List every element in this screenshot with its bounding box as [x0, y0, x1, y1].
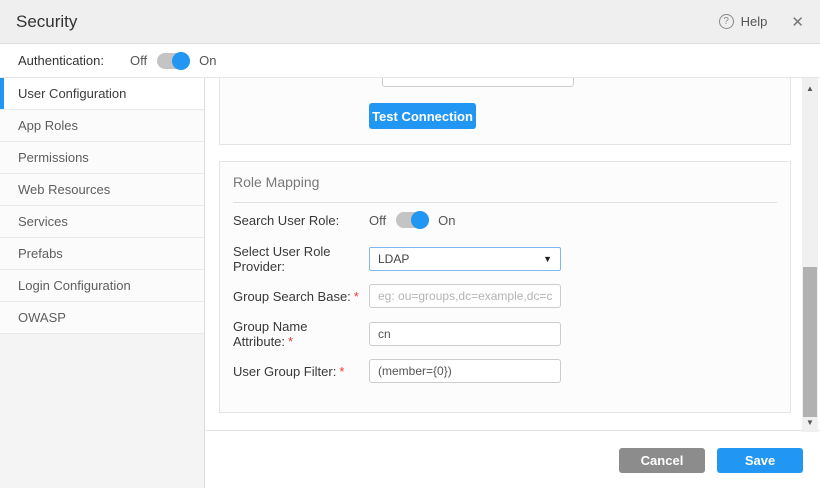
- sidebar-item-services[interactable]: Services: [0, 206, 204, 238]
- sidebar-item-owasp[interactable]: OWASP: [0, 302, 204, 334]
- close-icon[interactable]: ✕: [791, 13, 804, 31]
- toggle-knob: [411, 211, 429, 229]
- group-name-attribute-row: Group Name Attribute:*: [233, 322, 777, 346]
- authentication-toggle-group: Off On: [130, 53, 216, 69]
- user-group-filter-input[interactable]: [369, 359, 561, 383]
- sidebar-item-user-configuration[interactable]: User Configuration: [0, 78, 204, 110]
- authentication-on-label: On: [199, 53, 216, 68]
- test-connection-button[interactable]: Test Connection: [369, 103, 476, 129]
- save-button[interactable]: Save: [717, 448, 803, 473]
- connection-settings-panel: Test Connection: [219, 78, 791, 145]
- chevron-down-icon: ▼: [543, 254, 552, 264]
- group-search-base-row: Group Search Base:*: [233, 284, 777, 308]
- required-marker: *: [354, 289, 359, 304]
- role-mapping-title: Role Mapping: [233, 174, 319, 190]
- provider-label: Select User Role Provider:: [233, 244, 369, 274]
- sidebar-item-login-configuration[interactable]: Login Configuration: [0, 270, 204, 302]
- group-search-base-label: Group Search Base:*: [233, 289, 369, 304]
- required-marker: *: [288, 334, 293, 349]
- header: Security ? Help ✕: [0, 0, 820, 44]
- sidebar: User Configuration App Roles Permissions…: [0, 78, 205, 488]
- page-title: Security: [16, 12, 77, 32]
- user-role-provider-select[interactable]: LDAP ▼: [369, 247, 561, 271]
- help-icon[interactable]: ?: [719, 14, 734, 29]
- sidebar-item-web-resources[interactable]: Web Resources: [0, 174, 204, 206]
- group-name-attribute-label: Group Name Attribute:*: [233, 319, 369, 349]
- provider-selected-value: LDAP: [378, 252, 409, 266]
- search-user-role-on-label: On: [438, 213, 455, 228]
- cancel-button[interactable]: Cancel: [619, 448, 705, 473]
- user-group-filter-row: User Group Filter:*: [233, 359, 777, 383]
- scroll-down-icon[interactable]: ▼: [802, 418, 818, 427]
- search-user-role-label: Search User Role:: [233, 213, 369, 228]
- provider-row: Select User Role Provider: LDAP ▼: [233, 247, 777, 271]
- search-user-role-row: Search User Role: Off On: [233, 208, 777, 232]
- partial-input-field[interactable]: [382, 78, 574, 87]
- sidebar-item-permissions[interactable]: Permissions: [0, 142, 204, 174]
- authentication-toggle[interactable]: [157, 53, 189, 69]
- search-user-role-off-label: Off: [369, 213, 386, 228]
- search-user-role-toggle[interactable]: [396, 212, 428, 228]
- sidebar-item-app-roles[interactable]: App Roles: [0, 110, 204, 142]
- required-marker: *: [339, 364, 344, 379]
- panel-divider: [233, 202, 777, 203]
- help-button[interactable]: Help: [741, 14, 768, 29]
- user-group-filter-label: User Group Filter:*: [233, 364, 369, 379]
- authentication-bar: Authentication: Off On: [0, 44, 820, 78]
- group-name-attribute-input[interactable]: [369, 322, 561, 346]
- group-search-base-input[interactable]: [369, 284, 561, 308]
- header-actions: ? Help ✕: [719, 13, 804, 31]
- role-mapping-panel: Role Mapping Search User Role: Off On Se…: [219, 161, 791, 413]
- search-user-role-toggle-group: Off On: [369, 212, 455, 228]
- footer-divider: [206, 430, 820, 431]
- sidebar-item-prefabs[interactable]: Prefabs: [0, 238, 204, 270]
- authentication-off-label: Off: [130, 53, 147, 68]
- toggle-knob: [172, 52, 190, 70]
- scroll-up-icon[interactable]: ▲: [802, 84, 818, 93]
- scrollbar-thumb[interactable]: [803, 267, 817, 417]
- vertical-scrollbar[interactable]: ▲ ▼: [802, 78, 818, 432]
- authentication-label: Authentication:: [18, 53, 104, 68]
- content-area: Test Connection Role Mapping Search User…: [206, 78, 820, 488]
